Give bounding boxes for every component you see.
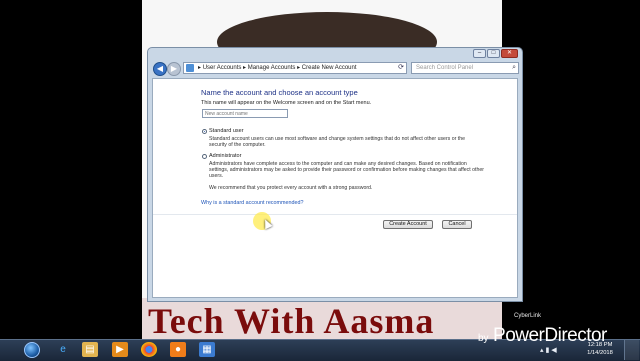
refresh-icon[interactable]: ⟳ [398,63,404,73]
search-icon[interactable]: ⌕ [512,63,516,73]
window-controls: – □ ✕ [473,49,518,58]
show-desktop-button[interactable] [624,340,639,360]
media-player-icon[interactable]: ▶ [112,342,128,357]
navigation-bar: ◀ ▶ ▸ User Accounts ▸ Manage Accounts ▸ … [153,61,519,77]
standard-user-description: Standard account users can use most soft… [209,136,465,149]
account-name-input[interactable] [202,109,288,118]
divider [153,214,517,215]
breadcrumb-separator: ▸ [297,65,301,71]
administrator-radio[interactable] [202,154,207,159]
address-bar[interactable]: ▸ User Accounts ▸ Manage Accounts ▸ Crea… [183,62,407,74]
breadcrumb-create-new-account[interactable]: Create New Account [302,65,357,71]
taskbar-clock[interactable]: 12:18 PM 1/14/2018 [585,341,615,357]
page-title: Name the account and choose an account t… [201,88,358,97]
network-icon[interactable]: ▮ [545,347,549,354]
standard-user-radio[interactable] [202,129,207,134]
system-tray[interactable]: ▴ ▮ ◀ [540,346,557,354]
maximize-button[interactable]: □ [487,49,500,58]
clock-time: 12:18 PM [587,342,613,348]
breadcrumb-manage-accounts[interactable]: Manage Accounts [248,65,296,71]
cyberlink-text: CyberLink [514,313,542,319]
standard-user-label[interactable]: Standard user [209,128,244,134]
administrator-description: Administrators have complete access to t… [209,161,484,180]
tray-arrow-icon[interactable]: ▴ [540,347,544,354]
breadcrumb: ▸ User Accounts ▸ Manage Accounts ▸ Crea… [198,65,357,71]
watermark-by-text: by [478,333,489,344]
back-button[interactable]: ◀ [153,62,167,76]
search-input[interactable]: Search Control Panel ⌕ [411,62,519,74]
breadcrumb-separator: ▸ [243,65,247,71]
minimize-button[interactable]: – [473,49,486,58]
standard-account-help-link[interactable]: Why is a standard account recommended? [201,200,303,206]
forward-button[interactable]: ▶ [167,62,181,76]
create-account-button[interactable]: Create Account [383,220,433,229]
cancel-button[interactable]: Cancel [442,220,472,229]
start-button[interactable] [24,342,40,358]
file-explorer-icon[interactable]: ▤ [82,342,98,357]
control-panel-icon [186,64,194,72]
breadcrumb-user-accounts[interactable]: User Accounts [203,65,242,71]
page-subtitle: This name will appear on the Welcome scr… [201,100,372,106]
clock-date: 1/14/2018 [587,350,613,356]
channel-banner-text: Tech With Aasma [148,301,435,341]
chrome-icon[interactable] [141,342,157,357]
create-account-window: – □ ✕ ◀ ▶ ▸ User Accounts ▸ Manage Accou… [147,47,523,302]
password-recommendation: We recommend that you protect every acco… [209,185,373,191]
content-pane: Name the account and choose an account t… [152,78,518,298]
breadcrumb-separator: ▸ [198,65,202,71]
administrator-label[interactable]: Administrator [209,153,241,159]
avast-icon[interactable]: ● [170,342,186,357]
volume-icon[interactable]: ◀ [551,347,556,354]
close-button[interactable]: ✕ [501,49,518,58]
search-placeholder: Search Control Panel [416,65,474,71]
internet-explorer-icon[interactable]: e [55,342,71,357]
control-panel-taskbar-icon[interactable]: ▦ [199,342,215,357]
